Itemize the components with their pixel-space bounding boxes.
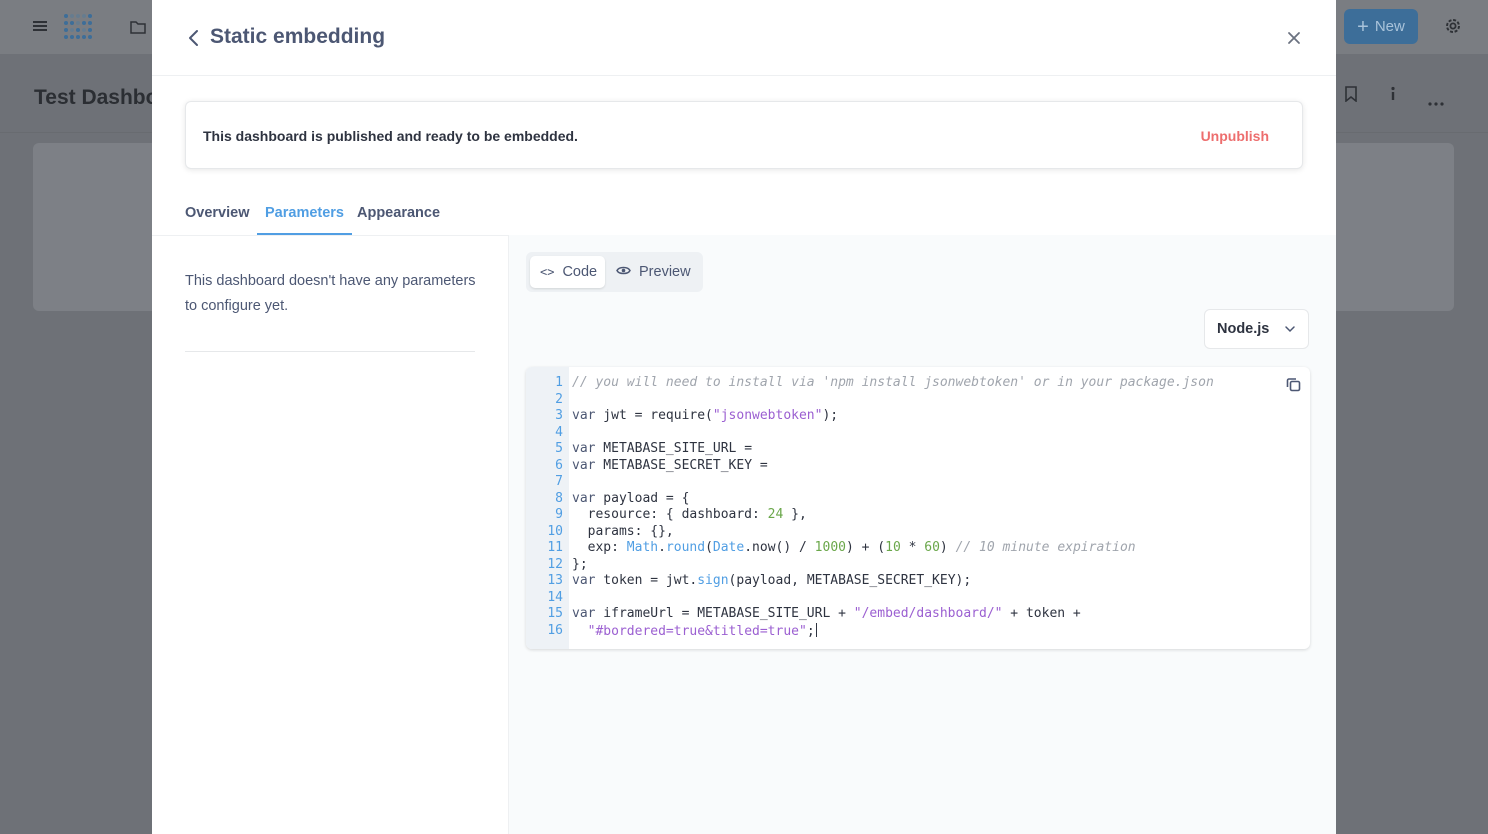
language-select-value: Node.js — [1217, 321, 1270, 337]
tab-parameters[interactable]: Parameters — [257, 205, 352, 235]
code-text: "#bordered=true&titled=true"; — [587, 622, 817, 639]
code-text: var METABASE_SITE_URL = — [572, 441, 753, 456]
code-lines: 1 // you will need to install via 'npm in… — [526, 375, 1310, 639]
code-line: 4 — [526, 425, 1310, 442]
line-number: 15 — [547, 606, 563, 621]
code-text: params: {}, — [572, 523, 674, 539]
tab-appearance[interactable]: Appearance — [357, 205, 440, 234]
line-number: 9 — [555, 507, 563, 522]
info-icon[interactable] — [1389, 86, 1397, 105]
publish-status-text: This dashboard is published and ready to… — [203, 128, 578, 144]
new-button[interactable]: + New — [1344, 9, 1418, 44]
code-line: 3 var jwt = require("jsonwebtoken"); — [526, 408, 1310, 425]
folder-icon[interactable] — [130, 19, 146, 37]
preview-toggle-label: Preview — [639, 264, 691, 280]
code-editor[interactable]: 1 // you will need to install via 'npm in… — [526, 367, 1310, 649]
code-text: var METABASE_SECRET_KEY = — [572, 457, 768, 473]
code-text: exp: Math.round(Date.now() / 1000) + (10… — [572, 540, 1136, 555]
code-line: 1 // you will need to install via 'npm in… — [526, 375, 1310, 392]
code-toggle-button[interactable]: <> Code — [530, 256, 605, 288]
modal-header: Static embedding — [152, 0, 1336, 76]
line-number: 14 — [547, 589, 563, 605]
line-number: 8 — [555, 490, 563, 506]
code-preview-toggle: <> Code Preview — [526, 252, 703, 292]
code-text: var payload = { — [572, 490, 690, 506]
tab-overview[interactable]: Overview — [185, 205, 250, 234]
copy-icon[interactable] — [1286, 377, 1301, 392]
gear-icon[interactable] — [1444, 17, 1462, 38]
code-line: 16 "#bordered=true&titled=true"; — [526, 622, 1310, 640]
code-pane: <> Code Preview Node.js 1 // you will nee… — [509, 235, 1336, 834]
code-text: var token = jwt.sign(payload, METABASE_S… — [572, 573, 972, 588]
code-line: 14 — [526, 590, 1310, 607]
line-number: 12 — [547, 556, 563, 572]
line-number: 5 — [555, 441, 563, 456]
metabase-logo-icon[interactable] — [64, 14, 92, 43]
line-number: 13 — [547, 573, 563, 588]
code-line: 2 — [526, 392, 1310, 409]
code-line: 10 params: {}, — [526, 524, 1310, 541]
code-icon: <> — [540, 265, 555, 279]
code-text: var iframeUrl = METABASE_SITE_URL + "/em… — [572, 606, 1081, 621]
code-text: }; — [572, 556, 588, 572]
line-number: 6 — [555, 457, 563, 473]
code-text: resource: { dashboard: 24 }, — [572, 507, 807, 522]
line-number: 10 — [547, 523, 563, 539]
more-icon[interactable] — [1428, 91, 1444, 109]
unpublish-button[interactable]: Unpublish — [1201, 128, 1269, 144]
line-number: 1 — [555, 375, 563, 390]
preview-toggle-button[interactable]: Preview — [608, 256, 700, 288]
embedding-tabs: Overview Parameters Appearance — [152, 195, 1336, 236]
code-line: 9 resource: { dashboard: 24 }, — [526, 507, 1310, 524]
code-line: 15 var iframeUrl = METABASE_SITE_URL + "/… — [526, 606, 1310, 623]
line-number: 2 — [555, 391, 563, 407]
chevron-left-icon[interactable] — [185, 27, 205, 49]
code-text: // you will need to install via 'npm ins… — [572, 375, 1214, 390]
code-line: 8 var payload = { — [526, 491, 1310, 508]
publish-status-banner: This dashboard is published and ready to… — [185, 101, 1303, 169]
menu-icon[interactable] — [33, 18, 47, 36]
code-line: 12}; — [526, 557, 1310, 574]
code-line: 5 var METABASE_SITE_URL = — [526, 441, 1310, 458]
parameters-pane: This dashboard doesn't have any paramete… — [152, 235, 509, 834]
code-toggle-label: Code — [562, 264, 598, 280]
line-number: 7 — [555, 474, 563, 489]
line-number: 4 — [555, 424, 563, 440]
new-button-label: New — [1374, 18, 1405, 35]
line-number: 16 — [547, 622, 563, 638]
code-line: 6 var METABASE_SECRET_KEY = — [526, 458, 1310, 475]
code-line: 13 var token = jwt.sign(payload, METABASE… — [526, 573, 1310, 590]
no-parameters-message: This dashboard doesn't have any paramete… — [185, 273, 476, 314]
modal-title: Static embedding — [210, 25, 386, 48]
plus-icon: + — [1357, 15, 1369, 38]
parameters-divider — [185, 351, 475, 352]
bookmark-icon[interactable] — [1345, 86, 1357, 105]
line-number: 3 — [555, 408, 563, 423]
text-caret — [815, 622, 817, 637]
close-icon[interactable] — [1285, 29, 1303, 47]
line-number: 11 — [547, 540, 563, 555]
code-line: 11 exp: Math.round(Date.now() / 1000) + … — [526, 540, 1310, 557]
code-text: var jwt = require("jsonwebtoken"); — [572, 408, 839, 423]
chevron-down-icon — [1285, 326, 1295, 333]
static-embedding-modal: Static embedding This dashboard is publi… — [152, 0, 1336, 834]
language-select[interactable]: Node.js — [1204, 309, 1309, 349]
dashboard-title: Test Dashboa — [34, 86, 171, 109]
code-line: 7 — [526, 474, 1310, 491]
eye-icon — [616, 264, 631, 280]
